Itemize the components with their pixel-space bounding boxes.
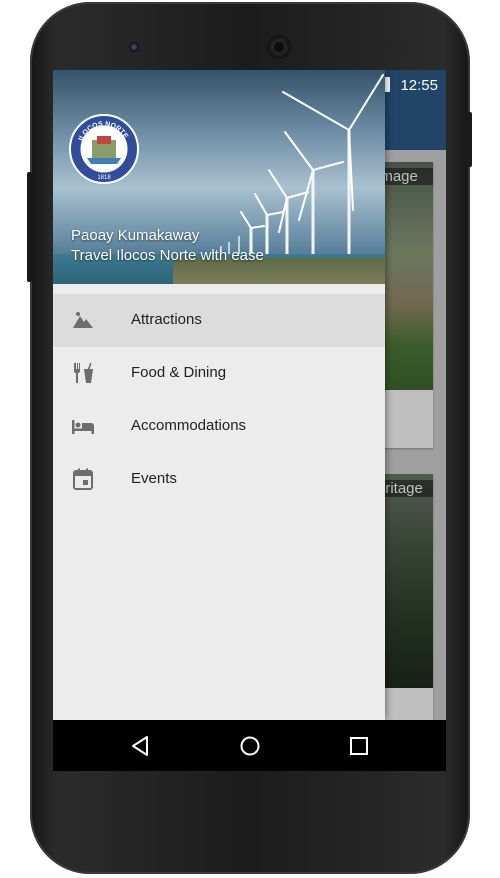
drawer-title: Paoay Kumakaway bbox=[71, 227, 200, 244]
menu-item-label: Events bbox=[131, 470, 177, 487]
menu-item-attractions[interactable]: Attractions bbox=[53, 294, 385, 347]
landscape-icon bbox=[73, 312, 93, 328]
system-navigation-bar bbox=[53, 720, 446, 771]
volume-button bbox=[27, 172, 32, 282]
clock: 12:55 bbox=[400, 77, 438, 94]
svg-text:1818: 1818 bbox=[97, 175, 111, 181]
proximity-sensor bbox=[386, 44, 392, 50]
navigation-drawer: ILOCOS NORTE 1818 Paoay Kumakaway Travel… bbox=[53, 70, 385, 720]
menu-item-food-dining[interactable]: Food & Dining bbox=[53, 347, 385, 400]
drawer-subtitle: Travel Ilocos Norte with ease bbox=[71, 247, 264, 264]
power-button bbox=[467, 112, 472, 167]
earpiece-speaker bbox=[267, 35, 291, 59]
recents-icon[interactable] bbox=[346, 733, 372, 759]
menu-item-events[interactable]: Events bbox=[53, 453, 385, 506]
menu-item-accommodations[interactable]: Accommodations bbox=[53, 400, 385, 453]
menu-item-label: Food & Dining bbox=[131, 364, 227, 381]
drawer-header: ILOCOS NORTE 1818 Paoay Kumakaway Travel… bbox=[53, 70, 385, 284]
light-sensor bbox=[400, 44, 406, 50]
restaurant-icon bbox=[74, 362, 93, 383]
home-icon[interactable] bbox=[237, 733, 263, 759]
menu-item-label: Attractions bbox=[131, 311, 202, 328]
ilocos-norte-seal-logo: ILOCOS NORTE 1818 bbox=[69, 114, 139, 184]
front-camera bbox=[129, 42, 139, 52]
drawer-menu: Attractions Food & Dining Accommodations bbox=[53, 294, 385, 506]
screen: image eritage 3G 12:55 bbox=[53, 70, 446, 771]
hotel-bed-icon bbox=[72, 420, 94, 434]
menu-item-label: Accommodations bbox=[131, 417, 247, 434]
back-icon[interactable] bbox=[128, 733, 154, 759]
calendar-icon bbox=[73, 468, 93, 490]
